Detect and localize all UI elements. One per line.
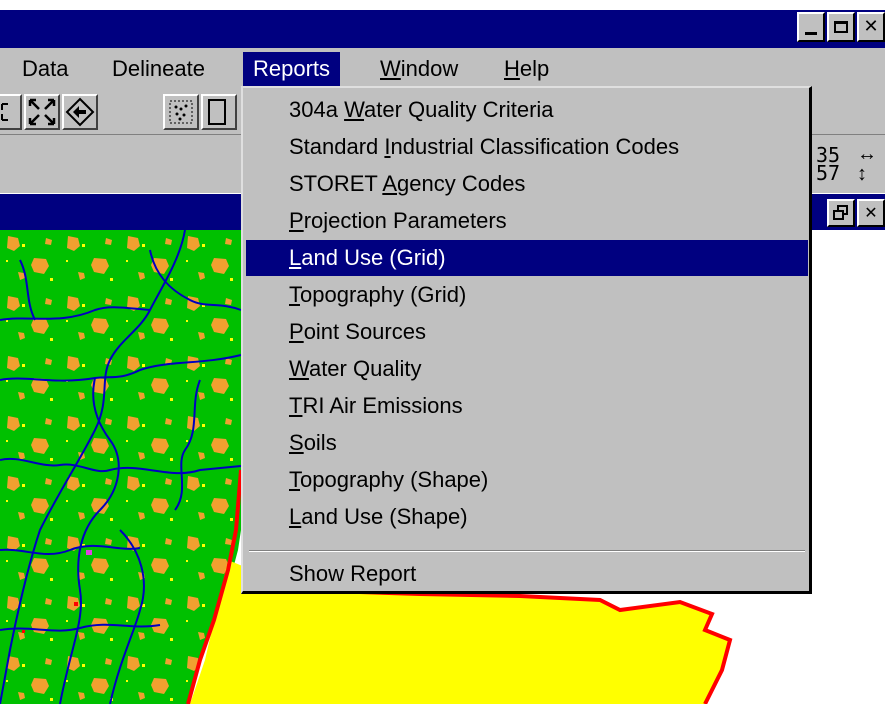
- zoom-in-icon: [1, 103, 8, 121]
- menu-item-label: Show Report: [289, 561, 417, 586]
- menu-item-report[interactable]: Topography (Shape): [246, 462, 808, 498]
- menu-data[interactable]: Data: [12, 52, 78, 86]
- label-suffix: ndustrial Classification Codes: [390, 134, 680, 159]
- menu-item-label: Soils: [289, 430, 337, 455]
- menu-bar: Data Delineate Reports Window Help: [0, 48, 885, 90]
- menu-item-label: Standard Industrial Classification Codes: [289, 134, 679, 159]
- app-title-bar: [0, 10, 885, 48]
- label-suffix: oint Sources: [303, 319, 426, 344]
- menu-item-label: Water Quality: [289, 356, 421, 381]
- menu-window-rest: indow: [400, 56, 459, 81]
- label-suffix: and Use (Shape): [301, 504, 468, 529]
- menu-item-report[interactable]: Land Use (Grid): [246, 240, 808, 276]
- minimize-button[interactable]: [797, 12, 825, 42]
- menu-item-report[interactable]: Standard Industrial Classification Codes: [246, 129, 808, 165]
- menu-item-report[interactable]: STORET Agency Codes: [246, 166, 808, 202]
- label-suffix: oils: [303, 430, 337, 455]
- table-button[interactable]: [201, 94, 237, 130]
- maximize-button[interactable]: [827, 12, 855, 42]
- window-controls: ✕: [797, 12, 885, 46]
- zoom-in-button[interactable]: [0, 94, 22, 130]
- select-features-button[interactable]: [163, 94, 199, 130]
- menu-item-report[interactable]: TRI Air Emissions: [246, 388, 808, 424]
- menu-item-show-report[interactable]: Show Report: [246, 556, 808, 592]
- label-prefix: STORET: [289, 171, 383, 196]
- menu-item-label: Topography (Grid): [289, 282, 466, 307]
- menu-window-label: Window: [380, 56, 458, 81]
- menu-item-report[interactable]: Water Quality: [246, 351, 808, 387]
- coordinate-readout: 35 57: [816, 145, 841, 185]
- menu-item-report[interactable]: Point Sources: [246, 314, 808, 350]
- menu-item-report[interactable]: Topography (Grid): [246, 277, 808, 313]
- coordinate-arrows: ↔ ↕: [857, 144, 877, 184]
- coordinate-bottom: 57: [816, 161, 841, 185]
- label-mnemonic: T: [289, 393, 303, 418]
- vertical-arrow-icon: ↕: [857, 163, 867, 185]
- label-suffix: opography (Grid): [300, 282, 467, 307]
- label-suffix: and Use (Grid): [301, 245, 446, 270]
- horizontal-arrow-icon: ↔: [857, 143, 877, 165]
- menu-item-label: Land Use (Shape): [289, 504, 468, 529]
- label-mnemonic: T: [289, 282, 300, 307]
- label-mnemonic: W: [344, 97, 365, 122]
- menu-separator: [249, 550, 805, 552]
- menu-delineate-label: Delineate: [112, 56, 205, 81]
- menu-reports-label: Reports: [253, 56, 331, 81]
- label-mnemonic: L: [289, 245, 302, 270]
- menu-help-mnemonic: H: [504, 56, 520, 81]
- label-mnemonic: P: [289, 319, 304, 344]
- zoom-full-extent-button[interactable]: [24, 94, 60, 130]
- menu-delineate[interactable]: Delineate: [102, 52, 215, 86]
- pan-button[interactable]: [62, 94, 98, 130]
- zoom-extent-icon: [28, 98, 56, 126]
- close-button[interactable]: ✕: [857, 12, 885, 42]
- menu-help-label: Help: [504, 56, 549, 81]
- label-suffix: rojection Parameters: [303, 208, 507, 233]
- select-icon: [169, 100, 193, 124]
- menu-reports[interactable]: Reports: [243, 52, 341, 86]
- menu-window[interactable]: Window: [370, 52, 468, 86]
- menu-help[interactable]: Help: [494, 52, 559, 86]
- label-suffix: ater Quality: [308, 356, 422, 381]
- label-mnemonic: A: [382, 171, 398, 196]
- menu-item-label: Land Use (Grid): [289, 245, 446, 270]
- label-suffix: gency Codes: [397, 171, 526, 196]
- view-window-controls: ✕: [827, 199, 885, 227]
- menu-help-rest: elp: [519, 56, 550, 81]
- menu-data-label: Data: [22, 56, 69, 81]
- menu-item-label: STORET Agency Codes: [289, 171, 525, 196]
- restore-icon: [833, 205, 848, 220]
- label-suffix: RI Air Emissions: [302, 393, 463, 418]
- close-icon: ✕: [864, 205, 878, 222]
- label-mnemonic: P: [289, 208, 304, 233]
- menu-item-report[interactable]: 304a Water Quality Criteria: [246, 92, 808, 128]
- menu-item-label: TRI Air Emissions: [289, 393, 463, 418]
- menu-item-report[interactable]: Projection Parameters: [246, 203, 808, 239]
- menu-item-label: Projection Parameters: [289, 208, 507, 233]
- label-mnemonic: T: [289, 467, 300, 492]
- reports-dropdown-menu: 304a Water Quality Criteria Standard Indu…: [241, 86, 812, 594]
- pan-icon: [65, 97, 95, 127]
- menu-item-label: 304a Water Quality Criteria: [289, 97, 554, 122]
- label-mnemonic: L: [289, 504, 302, 529]
- table-icon: [208, 99, 226, 125]
- label-suffix: opography (Shape): [300, 467, 489, 492]
- label-prefix: 304a: [289, 97, 345, 122]
- minimize-icon: [805, 31, 817, 35]
- menu-item-report[interactable]: Soils: [246, 425, 808, 461]
- restore-button[interactable]: [827, 199, 855, 227]
- view-close-button[interactable]: ✕: [857, 199, 885, 227]
- menu-item-label: Point Sources: [289, 319, 426, 344]
- menu-item-label: Topography (Shape): [289, 467, 488, 492]
- close-icon: ✕: [863, 16, 879, 37]
- desktop-strip: [0, 0, 885, 10]
- label-prefix: Standard: [289, 134, 385, 159]
- maximize-icon: [834, 21, 848, 33]
- menu-window-mnemonic: W: [380, 56, 401, 81]
- menu-item-report[interactable]: Land Use (Shape): [246, 499, 808, 535]
- label-suffix: ater Quality Criteria: [364, 97, 554, 122]
- label-mnemonic: W: [289, 356, 309, 381]
- label-mnemonic: S: [289, 430, 304, 455]
